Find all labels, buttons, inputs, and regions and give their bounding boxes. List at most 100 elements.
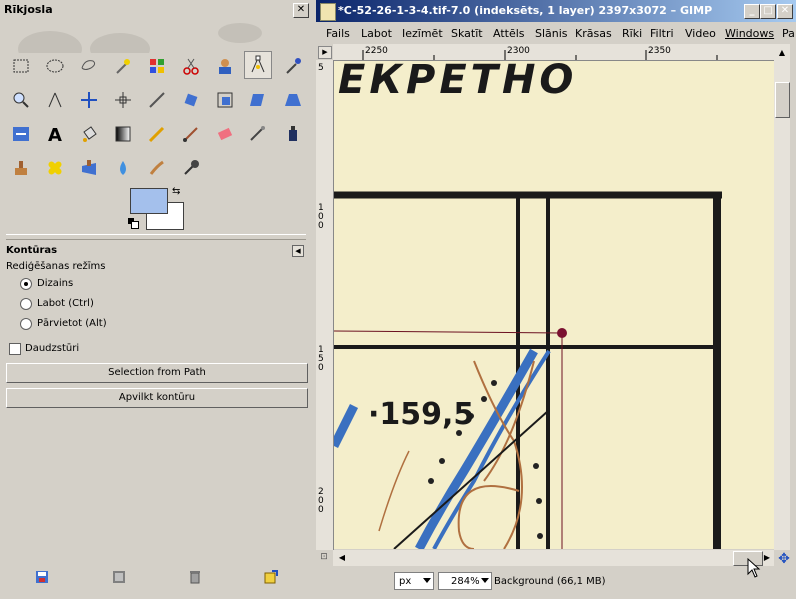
menu-help[interactable]: Pa bbox=[782, 27, 795, 40]
polygonal-checkbox[interactable] bbox=[9, 343, 21, 355]
polygonal-label[interactable]: Daudzstūri bbox=[25, 343, 79, 354]
move-tool-icon[interactable] bbox=[76, 87, 102, 113]
mode-move-label[interactable]: Pārvietot (Alt) bbox=[37, 318, 107, 329]
bucket-fill-tool-icon[interactable] bbox=[76, 121, 102, 147]
select-by-color-tool-icon[interactable] bbox=[144, 53, 170, 79]
menu-filters[interactable]: Filtri bbox=[650, 27, 674, 40]
edit-mode-label: Rediģēšanas režīms bbox=[6, 261, 106, 272]
mode-edit-label[interactable]: Labot (Ctrl) bbox=[37, 298, 94, 309]
menu-layer[interactable]: Slānis bbox=[535, 27, 568, 40]
color-area[interactable]: ⇆ bbox=[128, 186, 186, 234]
delete-options-icon[interactable] bbox=[187, 569, 203, 585]
quick-mask-menu-icon[interactable]: ▶ bbox=[318, 46, 332, 59]
measure-tool-icon[interactable] bbox=[42, 87, 68, 113]
vertical-scroll-thumb[interactable] bbox=[775, 82, 790, 118]
perspective-clone-tool-icon[interactable] bbox=[76, 155, 102, 181]
crop-tool-icon[interactable] bbox=[144, 87, 170, 113]
rotate-tool-icon[interactable] bbox=[178, 87, 204, 113]
scissors-select-tool-icon[interactable] bbox=[178, 53, 204, 79]
align-tool-icon[interactable] bbox=[110, 87, 136, 113]
vertical-scrollbar[interactable]: ▲ bbox=[774, 44, 790, 550]
horizontal-scrollbar[interactable]: ◀ ▶ bbox=[333, 550, 774, 566]
menu-image[interactable]: Attēls bbox=[493, 27, 525, 40]
smudge-tool-icon[interactable] bbox=[144, 155, 170, 181]
toolbox-separator bbox=[6, 234, 306, 240]
selection-from-path-button[interactable]: Selection from Path bbox=[6, 363, 308, 383]
mode-move-radio[interactable] bbox=[20, 318, 32, 330]
heal-tool-icon[interactable] bbox=[42, 155, 68, 181]
tool-options-menu-icon[interactable]: ◀ bbox=[292, 245, 304, 257]
scroll-right-icon[interactable]: ▶ bbox=[761, 552, 773, 564]
free-select-tool-icon[interactable] bbox=[76, 53, 102, 79]
blend-tool-icon[interactable] bbox=[110, 121, 136, 147]
clone-tool-icon[interactable] bbox=[8, 155, 34, 181]
zoom-to-window-icon[interactable]: ⊡ bbox=[317, 552, 331, 566]
unit-value: px bbox=[399, 576, 412, 587]
dodge-burn-tool-icon[interactable] bbox=[178, 155, 204, 181]
foreground-color-swatch[interactable] bbox=[130, 188, 168, 214]
menu-tools[interactable]: Rīki bbox=[622, 27, 642, 40]
menu-view[interactable]: Skatīt bbox=[451, 27, 483, 40]
scale-tool-icon[interactable] bbox=[212, 87, 238, 113]
restore-options-icon[interactable] bbox=[111, 569, 127, 585]
pencil-tool-icon[interactable] bbox=[144, 121, 170, 147]
vruler-label-100: 1 0 0 bbox=[318, 203, 324, 231]
paintbrush-tool-icon[interactable] bbox=[178, 121, 204, 147]
svg-text:A: A bbox=[48, 125, 62, 144]
mode-design-radio[interactable] bbox=[20, 278, 32, 290]
rect-select-tool-icon[interactable] bbox=[8, 53, 34, 79]
mode-edit-radio[interactable] bbox=[20, 298, 32, 310]
mode-design-label[interactable]: Dizains bbox=[37, 278, 73, 289]
menu-file[interactable]: Fails bbox=[326, 27, 350, 40]
blur-tool-icon[interactable] bbox=[110, 155, 136, 181]
menu-windows[interactable]: Windows bbox=[725, 27, 774, 40]
close-button[interactable]: ✕ bbox=[777, 4, 793, 19]
reset-options-icon[interactable] bbox=[263, 569, 279, 585]
wilber-drop-area[interactable] bbox=[0, 19, 312, 67]
toolbox-close-button[interactable]: ✕ bbox=[293, 3, 309, 18]
paths-tool-icon[interactable] bbox=[244, 51, 272, 79]
status-message: Background (66,1 MB) bbox=[494, 576, 606, 587]
swap-colors-icon[interactable]: ⇆ bbox=[172, 186, 180, 197]
vruler-label-150: 1 5 0 bbox=[318, 345, 324, 373]
hruler-ticks bbox=[362, 50, 718, 60]
image-window-title: *C-52-26-1-3-4.tif-7.0 (indeksēts, 1 lay… bbox=[338, 4, 713, 17]
eraser-tool-icon[interactable] bbox=[212, 121, 238, 147]
maximize-button[interactable]: □ bbox=[760, 4, 776, 19]
color-picker-tool-icon[interactable] bbox=[280, 53, 306, 79]
scroll-left-icon[interactable]: ◀ bbox=[336, 552, 348, 564]
vertical-ruler: 5 1 0 0 1 5 0 2 0 0 bbox=[316, 60, 334, 550]
status-bar: px 284% Background (66,1 MB) bbox=[316, 566, 796, 599]
minimize-button[interactable]: _ bbox=[744, 4, 760, 19]
toolbox-titlebar: Rīkjosla ✕ bbox=[0, 0, 312, 20]
zoom-value: 284% bbox=[451, 576, 480, 587]
hruler-label-2300: 2300 bbox=[507, 46, 530, 56]
tool-options-title: Kontūras bbox=[6, 245, 58, 256]
navigation-cross-icon[interactable]: ✥ bbox=[776, 551, 792, 567]
shear-tool-icon[interactable] bbox=[244, 87, 270, 113]
menu-video[interactable]: Video bbox=[685, 27, 716, 40]
airbrush-tool-icon[interactable] bbox=[244, 121, 270, 147]
menu-select[interactable]: Iezīmēt bbox=[402, 27, 443, 40]
image-window: *C-52-26-1-3-4.tif-7.0 (indeksēts, 1 lay… bbox=[316, 0, 796, 599]
menu-colors[interactable]: Krāsas bbox=[575, 27, 612, 40]
zoom-tool-icon[interactable] bbox=[8, 87, 34, 113]
navigate-icon[interactable]: ▲ bbox=[774, 48, 790, 60]
text-tool-icon[interactable]: A bbox=[42, 121, 68, 147]
fuzzy-select-tool-icon[interactable] bbox=[110, 53, 136, 79]
image-canvas[interactable]: ЕКРЕТНО ·159,5 bbox=[334, 61, 774, 549]
mouse-cursor-icon bbox=[747, 558, 761, 578]
image-window-icon bbox=[320, 3, 336, 21]
perspective-tool-icon[interactable] bbox=[280, 87, 306, 113]
save-options-icon[interactable] bbox=[34, 569, 50, 585]
stroke-path-button[interactable]: Apvilkt kontūru bbox=[6, 388, 308, 408]
menu-edit[interactable]: Labot bbox=[361, 27, 392, 40]
map-header-text: ЕКРЕТНО bbox=[338, 61, 578, 103]
zoom-select[interactable]: 284% bbox=[438, 572, 492, 590]
flip-tool-icon[interactable] bbox=[8, 121, 34, 147]
unit-select[interactable]: px bbox=[394, 572, 434, 590]
ink-tool-icon[interactable] bbox=[280, 121, 306, 147]
foreground-select-tool-icon[interactable] bbox=[212, 53, 238, 79]
ellipse-select-tool-icon[interactable] bbox=[42, 53, 68, 79]
default-colors-icon[interactable] bbox=[128, 218, 139, 229]
